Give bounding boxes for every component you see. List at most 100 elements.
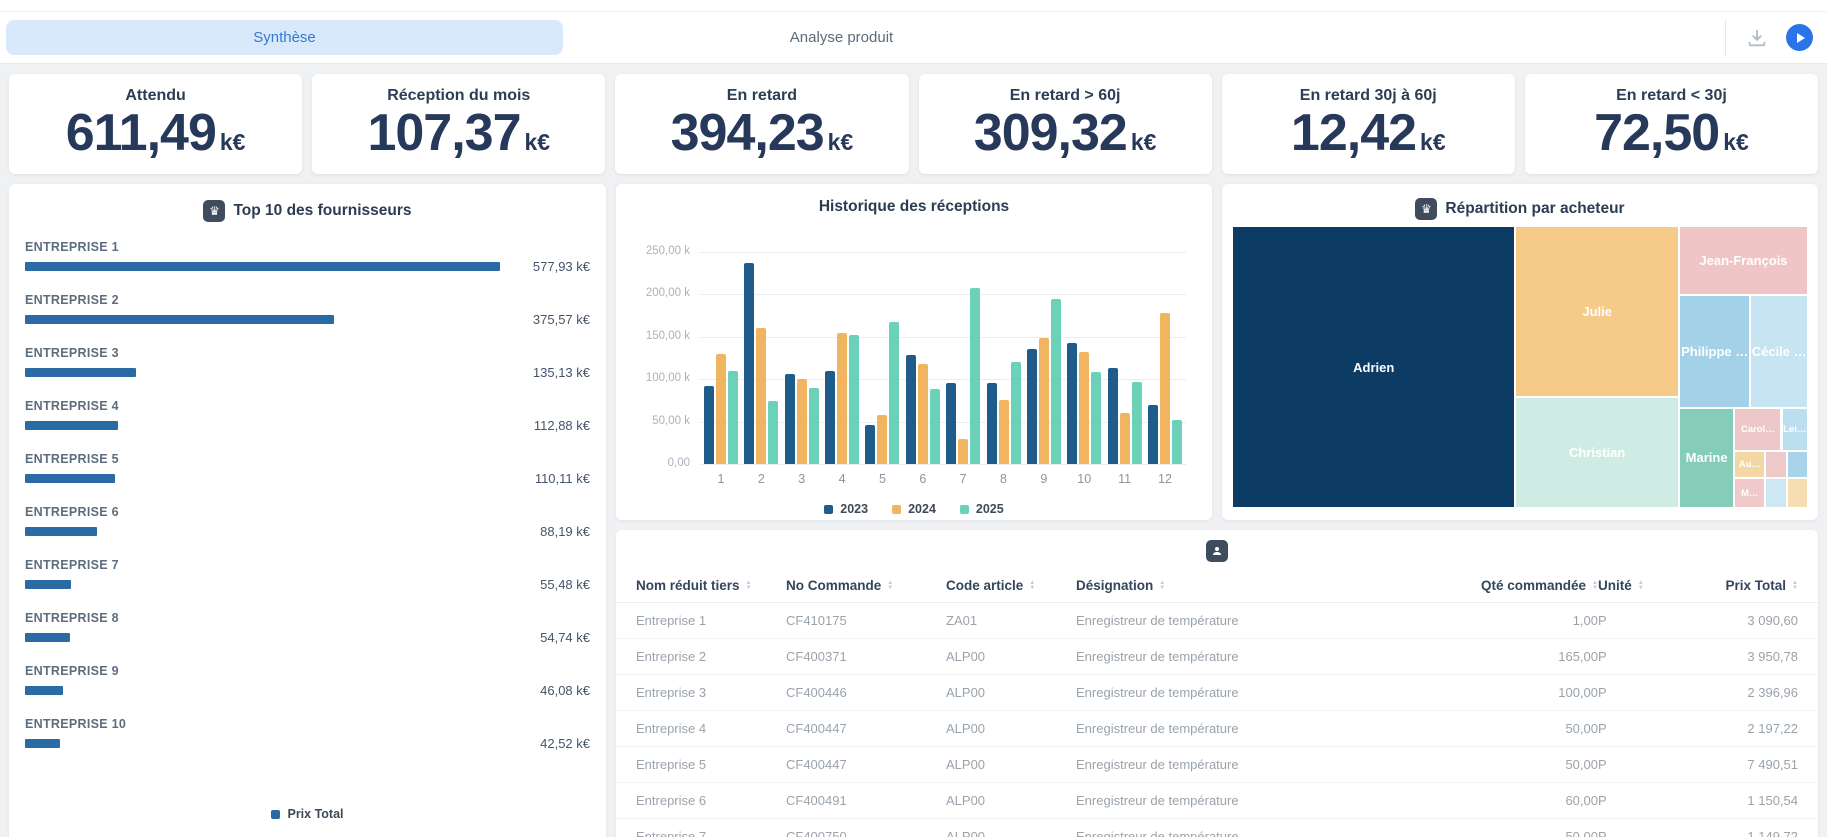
supplier-bar[interactable] xyxy=(25,262,500,271)
treemap-cell-marine[interactable]: Marine xyxy=(1679,408,1734,508)
download-button[interactable] xyxy=(1746,27,1768,49)
column-header[interactable]: Code article ▲▼ xyxy=(946,578,1076,593)
bar-2023[interactable] xyxy=(1027,349,1037,464)
treemap-cell-philippe[interactable]: Philippe … xyxy=(1679,295,1750,408)
treemap-cell[interactable] xyxy=(1765,451,1786,479)
supplier-bar[interactable] xyxy=(25,580,71,589)
bar-2023[interactable] xyxy=(906,355,916,464)
legend-item[interactable]: 2025 xyxy=(960,502,1004,516)
bar-2023[interactable] xyxy=(1067,343,1077,464)
supplier-bar[interactable] xyxy=(25,633,70,642)
bar-2025[interactable] xyxy=(728,371,738,464)
treemap-cell-au[interactable]: Au… xyxy=(1734,451,1765,479)
top10-title-row: ♛ Top 10 des fournisseurs xyxy=(25,200,590,222)
treemap-cell[interactable] xyxy=(1787,451,1808,479)
treemap-cell-julie[interactable]: Julie xyxy=(1515,226,1679,397)
legend-item[interactable]: 2023 xyxy=(824,502,868,516)
treemap-cell-adrien[interactable]: Adrien xyxy=(1232,226,1515,508)
treemap-cell-christian[interactable]: Christian xyxy=(1515,397,1679,508)
column-header[interactable]: Unité ▲▼ xyxy=(1598,578,1678,593)
table-row[interactable]: Entreprise 3CF400446ALP00Enregistreur de… xyxy=(616,675,1818,711)
table-cell: P xyxy=(1598,649,1678,664)
bar-2025[interactable] xyxy=(1132,382,1142,464)
column-header[interactable]: Qté commandée ▲▼ xyxy=(1438,578,1598,593)
bar-2023[interactable] xyxy=(987,383,997,464)
bar-2025[interactable] xyxy=(930,389,940,464)
table-row[interactable]: Entreprise 7CF400750ALP00Enregistreur de… xyxy=(616,819,1818,837)
supplier-bar-track xyxy=(25,527,500,536)
table-row[interactable]: Entreprise 1CF410175ZA01Enregistreur de … xyxy=(616,603,1818,639)
bar-2025[interactable] xyxy=(1172,420,1182,464)
column-header[interactable]: Désignation ▲▼ xyxy=(1076,578,1438,593)
column-header[interactable]: No Commande ▲▼ xyxy=(786,578,946,593)
bar-2023[interactable] xyxy=(946,383,956,464)
bar-2025[interactable] xyxy=(849,335,859,464)
table-row[interactable]: Entreprise 6CF400491ALP00Enregistreur de… xyxy=(616,783,1818,819)
table-row[interactable]: Entreprise 2CF400371ALP00Enregistreur de… xyxy=(616,639,1818,675)
bar-2023[interactable] xyxy=(785,374,795,464)
bar-2024[interactable] xyxy=(1160,313,1170,464)
treemap-cell-lei[interactable]: Lei… xyxy=(1782,408,1808,451)
supplier-bar[interactable] xyxy=(25,368,136,377)
sort-down-icon: ▼ xyxy=(1792,586,1798,591)
top10-legend[interactable]: Prix Total xyxy=(9,807,606,821)
person-icon xyxy=(1211,545,1223,557)
treemap-cell[interactable] xyxy=(1787,478,1808,508)
supplier-bar[interactable] xyxy=(25,527,97,536)
column-header[interactable]: Nom réduit tiers ▲▼ xyxy=(636,578,786,593)
bar-2025[interactable] xyxy=(1051,299,1061,464)
supplier-bar[interactable] xyxy=(25,421,118,430)
bar-2024[interactable] xyxy=(756,328,766,464)
supplier-bar[interactable] xyxy=(25,739,60,748)
bar-2025[interactable] xyxy=(970,288,980,464)
supplier-name: ENTREPRISE 10 xyxy=(25,717,590,731)
bar-2023[interactable] xyxy=(1108,368,1118,464)
bar-2023[interactable] xyxy=(744,263,754,464)
supplier-bar-line: 577,93 k€ xyxy=(25,259,590,274)
tab-synthese[interactable]: Synthèse xyxy=(6,20,563,55)
supplier-bar[interactable] xyxy=(25,686,63,695)
crown-icon[interactable]: ♛ xyxy=(1415,198,1437,220)
treemap-cell-jean-fran-ois[interactable]: Jean-François xyxy=(1679,226,1808,295)
legend-item[interactable]: 2024 xyxy=(892,502,936,516)
crown-icon[interactable]: ♛ xyxy=(203,200,225,222)
bar-2025[interactable] xyxy=(809,388,819,464)
bar-2024[interactable] xyxy=(797,379,807,464)
play-button[interactable] xyxy=(1786,24,1813,51)
bar-2024[interactable] xyxy=(918,364,928,464)
bar-2024[interactable] xyxy=(837,333,847,464)
tab-analyse-produit[interactable]: Analyse produit xyxy=(563,20,1120,55)
column-header[interactable]: Prix Total ▲▼ xyxy=(1678,578,1798,593)
bar-2025[interactable] xyxy=(889,322,899,464)
bar-2024[interactable] xyxy=(1039,338,1049,464)
supplier-bar[interactable] xyxy=(25,474,115,483)
treemap-cell-m[interactable]: M… xyxy=(1734,478,1765,508)
bar-2023[interactable] xyxy=(704,386,714,464)
bar-2025[interactable] xyxy=(768,401,778,464)
insight-button[interactable] xyxy=(1206,540,1228,562)
bar-2024[interactable] xyxy=(1079,352,1089,464)
treemap-cell-carol[interactable]: Carol… xyxy=(1734,408,1781,451)
supplier-bar[interactable] xyxy=(25,315,334,324)
bar-2023[interactable] xyxy=(865,425,875,464)
legend-swatch xyxy=(892,505,901,514)
bar-2024[interactable] xyxy=(958,439,968,464)
supplier-value: 42,52 k€ xyxy=(510,736,590,751)
table-row[interactable]: Entreprise 4CF400447ALP00Enregistreur de… xyxy=(616,711,1818,747)
bar-2024[interactable] xyxy=(877,415,887,464)
treemap-cell[interactable] xyxy=(1765,478,1786,508)
bar-2024[interactable] xyxy=(1120,413,1130,464)
bar-2025[interactable] xyxy=(1091,372,1101,464)
orders-table-panel: Nom réduit tiers ▲▼ No Commande ▲▼ Code … xyxy=(616,530,1818,837)
bar-2024[interactable] xyxy=(999,400,1009,464)
kpi-value: 309,32 xyxy=(974,107,1127,160)
bar-2023[interactable] xyxy=(825,371,835,464)
bar-2025[interactable] xyxy=(1011,362,1021,464)
bar-2024[interactable] xyxy=(716,354,726,464)
bar-2023[interactable] xyxy=(1148,405,1158,464)
table-cell: 50,00 xyxy=(1438,757,1598,772)
treemap-cell-c-cile[interactable]: Cécile … xyxy=(1750,295,1808,408)
supplier-name: ENTREPRISE 5 xyxy=(25,452,590,466)
supplier-row: ENTREPRISE 3 135,13 k€ xyxy=(25,346,590,380)
table-row[interactable]: Entreprise 5CF400447ALP00Enregistreur de… xyxy=(616,747,1818,783)
